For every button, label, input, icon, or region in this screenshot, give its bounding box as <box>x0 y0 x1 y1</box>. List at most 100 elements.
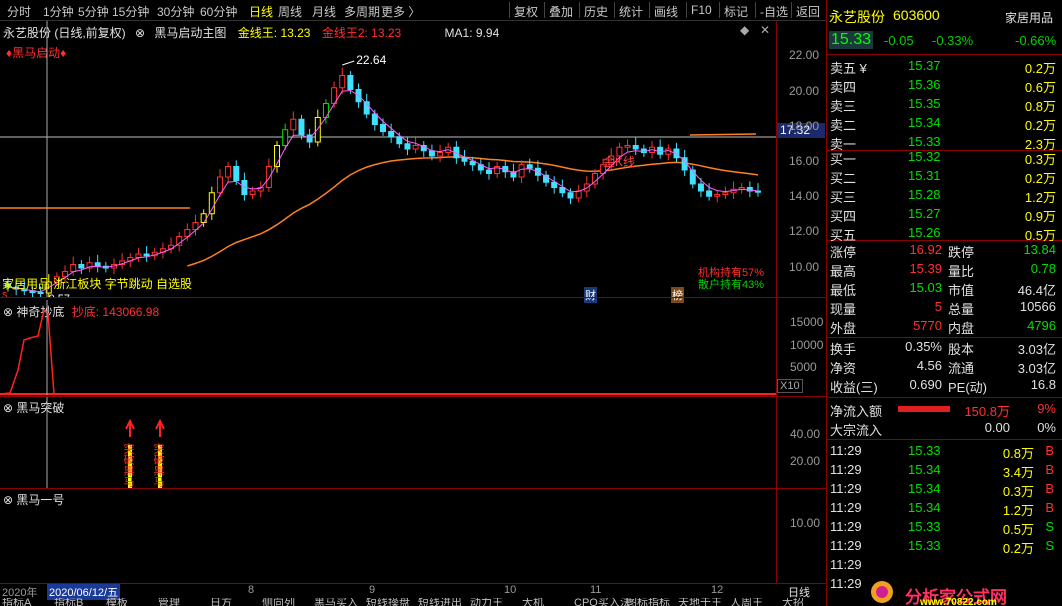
indicator-tab[interactable]: 指标A <box>2 598 31 606</box>
candle <box>290 111 297 136</box>
candle <box>665 144 672 161</box>
ask-volume: 0.6万 <box>1024 80 1056 95</box>
indicator-tab[interactable]: 短线进出 <box>418 598 462 606</box>
stat-value: 15.39 <box>909 261 942 276</box>
timeframe-tab[interactable]: 30分钟 <box>157 3 194 20</box>
candle <box>543 170 550 187</box>
candle <box>208 186 215 220</box>
sub3-title[interactable]: 黑马一号 <box>16 493 64 507</box>
candle <box>274 141 281 173</box>
toolbar-button[interactable]: F10 <box>691 3 712 17</box>
timeframe-tab[interactable]: 分时 <box>7 3 31 20</box>
indicator-tab[interactable]: 大招 <box>782 598 804 606</box>
bid-label: 买三 <box>830 190 857 205</box>
stock-code: 603600 <box>893 7 940 23</box>
indicator-tab[interactable]: 侧向列 <box>262 598 295 606</box>
last-price: 15.33 <box>829 31 874 49</box>
indicator-tab[interactable]: 日方 <box>210 598 232 606</box>
industry-name[interactable]: 家居用品 <box>1005 9 1053 26</box>
indicator-tab[interactable]: 模板 <box>106 598 128 606</box>
toolbar-button[interactable]: 返回 <box>796 3 820 20</box>
tick-time: 11:29 <box>830 462 862 477</box>
ask-row: 卖二 15.34 0.2万 <box>830 114 1060 133</box>
indicator-tab[interactable]: 指标B <box>54 598 83 606</box>
bid-price: 15.31 <box>908 168 941 183</box>
stat-label: 净资 <box>830 361 857 376</box>
timeframe-tab[interactable]: 1分钟 <box>43 3 74 20</box>
ask-volume: 0.2万 <box>1024 61 1056 76</box>
indicator-tab[interactable]: 天地于王 <box>678 598 722 606</box>
stat-label: 最高 <box>830 264 857 279</box>
bid-price: 15.27 <box>908 206 941 221</box>
stat-value: 4796 <box>1027 318 1056 333</box>
timeframe-tab[interactable]: 月线 <box>312 3 336 20</box>
stat-value: 16.8 <box>1030 377 1056 392</box>
stat-row: 最高 15.39 量比 0.78 <box>830 260 1060 279</box>
stat-label: 收益(三) <box>830 380 878 395</box>
timeframe-tab[interactable]: 更多 〉 <box>381 3 420 20</box>
tick-row: 11:29 <box>830 556 1060 575</box>
stat-value: 13.84 <box>1023 242 1056 257</box>
sub-panel-chaodi: ⊗ 神奇抄底 抄底: 143066.98 X10 <box>0 300 826 395</box>
stat-label: 跌停 <box>948 245 975 260</box>
indicator-tab[interactable]: 动力王 <box>470 598 503 606</box>
candle <box>339 67 346 94</box>
tick-time: 11:29 <box>830 557 862 572</box>
bid-volume: 1.2万 <box>1024 190 1056 205</box>
scale-label: X10 <box>777 379 803 393</box>
timeframe-tab[interactable]: 周线 <box>278 3 302 20</box>
bid-label: 买四 <box>830 209 857 224</box>
candle <box>746 181 753 198</box>
timeframe-tab[interactable]: 多周期 <box>344 3 380 20</box>
tick-side: S <box>1045 519 1054 534</box>
price-change: -0.05 <box>884 33 914 48</box>
stat-row: 最低 15.03 市值 46.4亿 <box>830 279 1060 298</box>
candle <box>738 183 745 194</box>
timeframe-tab[interactable]: 5分钟 <box>78 3 109 20</box>
indicator-tab[interactable]: 管理 <box>158 598 180 606</box>
tick-time: 11:29 <box>830 576 862 591</box>
watermark-url: www.70822.com <box>920 597 997 606</box>
signal-text: 突破黑马 <box>152 442 165 488</box>
bid-price: 15.26 <box>908 225 941 240</box>
indicator-tab[interactable]: 黑马买入 <box>314 598 358 606</box>
toolbar-button[interactable]: -自选 <box>760 3 788 20</box>
candle <box>714 190 721 203</box>
breakout-signal: 突破黑马 <box>152 418 165 488</box>
candle <box>159 242 166 259</box>
stat-label: 流通 <box>948 361 975 376</box>
bid-label: 买二 <box>830 171 857 186</box>
candle <box>722 186 729 199</box>
toolbar-button[interactable]: 画线 <box>654 3 678 20</box>
indicator-tab[interactable]: CPO买入法 <box>574 598 631 606</box>
stat-value: 5770 <box>913 318 942 333</box>
sub1-ytick: 10000 <box>790 338 824 352</box>
toolbar-button[interactable]: 叠加 <box>549 3 573 20</box>
signal-text: 突破黑马 <box>122 442 135 488</box>
indicator-tab[interactable]: 大机 <box>522 598 544 606</box>
tick-time: 11:29 <box>830 519 862 534</box>
ask-volume: 0.8万 <box>1024 99 1056 114</box>
stat-label: 最低 <box>830 283 857 298</box>
block-inflow-pct: 0% <box>1037 420 1056 435</box>
toolbar-button[interactable]: 复权 <box>514 3 538 20</box>
toolbar-button[interactable]: 历史 <box>584 3 608 20</box>
indicator-tab[interactable]: 人周王 <box>730 598 763 606</box>
timeframe-tab[interactable]: 日线 <box>249 3 273 20</box>
net-inflow-pct: 9% <box>1037 401 1056 416</box>
net-inflow-label: 净流入额 <box>830 404 883 419</box>
candle <box>225 162 232 184</box>
timeframe-tab[interactable]: 60分钟 <box>200 3 237 20</box>
bid-volume: 0.2万 <box>1024 171 1056 186</box>
toolbar-button[interactable]: 标记 <box>724 3 748 20</box>
indicator-tab[interactable]: 短线操盘 <box>366 598 410 606</box>
tick-row: 11:29 15.33 0.8万 B <box>830 442 1060 461</box>
candle <box>135 247 142 262</box>
ask-label: 卖二 <box>830 118 857 133</box>
month-label: 12 <box>711 584 724 596</box>
timeframe-tab[interactable]: 15分钟 <box>112 3 149 20</box>
chevron-icon[interactable]: ⊗ <box>3 493 13 507</box>
toolbar-button[interactable]: 统计 <box>619 3 643 20</box>
indicator-tab[interactable]: 图标指标 <box>626 598 670 606</box>
candle <box>437 144 444 163</box>
